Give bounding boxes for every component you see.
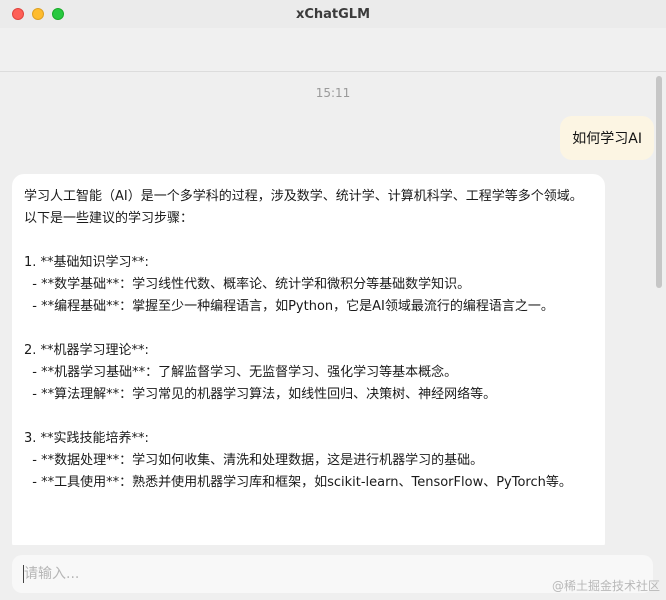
chat-scrollbar[interactable] — [655, 72, 663, 545]
scrollbar-thumb[interactable] — [656, 76, 662, 288]
text-caret — [23, 565, 24, 583]
chat-area[interactable]: 15:11 如何学习AI 学习人工智能（AI）是一个多学科的过程，涉及数学、统计… — [0, 72, 666, 545]
toolbar — [0, 28, 666, 72]
minimize-window-button[interactable] — [32, 8, 44, 20]
title-bar: xChatGLM — [0, 0, 666, 28]
watermark: @稀土掘金技术社区 — [551, 579, 660, 593]
user-message-bubble: 如何学习AI — [560, 116, 654, 160]
message-timestamp: 15:11 — [315, 86, 351, 100]
close-window-button[interactable] — [12, 8, 24, 20]
user-message-text: 如何学习AI — [572, 131, 642, 147]
window-controls — [12, 8, 64, 20]
input-area: @稀土掘金技术社区 — [0, 545, 666, 600]
zoom-window-button[interactable] — [52, 8, 64, 20]
window-title: xChatGLM — [295, 6, 371, 22]
assistant-message-bubble: 学习人工智能（AI）是一个多学科的过程，涉及数学、统计学、计算机科学、工程学等多… — [12, 174, 605, 545]
